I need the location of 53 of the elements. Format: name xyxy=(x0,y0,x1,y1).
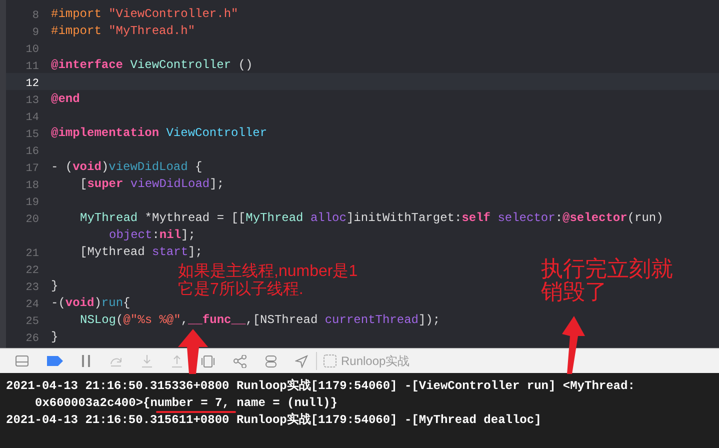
target-name[interactable]: Runloop实战 xyxy=(341,352,410,370)
code-line: object:nil]; xyxy=(109,226,196,244)
view-debugger-icon[interactable] xyxy=(201,354,215,368)
line-number: 20 xyxy=(26,214,39,226)
step-into-icon[interactable] xyxy=(141,354,153,368)
console-line: 2021-04-13 21:16:50.315336+0800 Runloop实战[1179:54060] -[ViewController run] <MyThread: xyxy=(6,378,635,395)
code-line: - (void)viewDidLoad { xyxy=(51,158,202,176)
annotation-text: 它是7所以子线程. xyxy=(178,281,304,299)
code-line: } xyxy=(51,328,58,346)
line-number: 10 xyxy=(26,44,39,56)
line-number: 12 xyxy=(26,78,39,90)
line-number: 15 xyxy=(26,128,39,140)
step-over-icon[interactable] xyxy=(109,355,123,367)
code-line: @implementation ViewController xyxy=(51,124,268,142)
code-line: @end xyxy=(51,90,80,108)
panel-icon[interactable] xyxy=(15,355,29,367)
code-line: } xyxy=(51,278,58,294)
line-number: 13 xyxy=(26,94,39,106)
code-line: NSLog(@"%s %@",__func__,[NSThread currentThread]); xyxy=(80,312,440,328)
code-line: -(void)run{ xyxy=(51,294,130,312)
line-number: 25 xyxy=(26,316,39,328)
step-out-icon[interactable] xyxy=(171,354,183,368)
annotation-text: 执行完立刻就 xyxy=(541,257,673,280)
arrow xyxy=(178,329,208,374)
line-number: 23 xyxy=(26,282,39,294)
line-number: 24 xyxy=(26,298,39,310)
line-number: 9 xyxy=(32,26,39,38)
annotation-text: 销毁了 xyxy=(541,280,607,303)
console-line: 0x600003a2c400>{number = 7, name = (null)} xyxy=(35,395,338,412)
breakpoint-icon[interactable] xyxy=(47,356,63,366)
toggle-icon[interactable] xyxy=(265,354,277,368)
line-number: 14 xyxy=(26,112,39,124)
line-number: 11 xyxy=(26,60,39,72)
line-number: 18 xyxy=(26,180,39,192)
line-number: 16 xyxy=(26,146,39,158)
pause-icon[interactable] xyxy=(81,355,91,367)
code-line: @interface ViewController () xyxy=(51,56,253,74)
line-number: 26 xyxy=(26,332,39,344)
line-number: 17 xyxy=(26,162,39,174)
annotation-text: 如果是主线程,number是1 xyxy=(178,263,358,280)
location-icon[interactable] xyxy=(295,354,308,368)
code-line: #import "MyThread.h" xyxy=(51,22,196,40)
line-number: 8 xyxy=(32,10,39,22)
code-line: [Mythread start]; xyxy=(80,244,202,260)
graph-icon[interactable] xyxy=(233,354,247,368)
line-number: 19 xyxy=(26,196,39,208)
console-line: 2021-04-13 21:16:50.315611+0800 Runloop实战[1179:54060] -[MyThread dealloc] xyxy=(6,412,542,429)
code-line: [super viewDidLoad]; xyxy=(80,176,224,192)
app-icon xyxy=(323,354,337,368)
line-number: 22 xyxy=(26,264,39,276)
line-number: 21 xyxy=(26,248,39,260)
code-line: MyThread *Mythread = [[MyThread alloc]initWithTarget:self selector:@selector(run) xyxy=(80,210,664,226)
code-line: #import "ViewController.h" xyxy=(51,6,238,22)
